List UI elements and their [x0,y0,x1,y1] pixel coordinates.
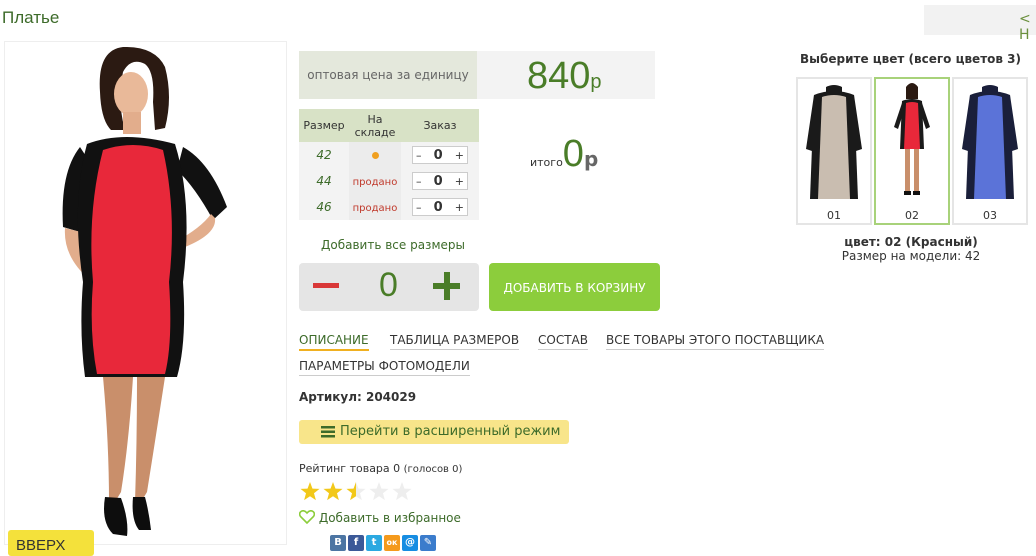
header-order: Заказ [401,109,479,142]
size-value: 46 [299,194,349,220]
minus-button[interactable]: – [416,175,422,188]
price-value: 840р [527,55,602,97]
plus-button[interactable]: + [455,201,464,214]
price-label: оптовая цена за единицу [299,51,477,99]
livejournal-icon[interactable]: ✎ [420,535,436,551]
stock-status [349,142,401,168]
in-stock-icon [371,151,379,159]
color-thumb[interactable]: 01 [796,77,872,225]
size-value: 42 [299,142,349,168]
tab-description[interactable]: ОПИСАНИЕ [299,333,369,351]
quantity-stepper: 0 [299,263,479,311]
stock-row: 46 продано –0 + [299,194,479,220]
size-qty-stepper: –0 + [412,146,468,164]
quantity-value: 0 [379,266,398,304]
selected-color: цвет: 02 (Красный) [844,235,978,249]
page-title: Платье [2,8,60,27]
dress-model-image [62,46,227,536]
selected-color-info: цвет: 02 (Красный) Размер на модели: 42 [796,235,1026,263]
stock-status: продано [349,168,401,194]
add-all-sizes-link[interactable]: Добавить все размеры [321,238,465,252]
total: итого0р [530,133,599,175]
list-icon [321,426,335,438]
star-icon[interactable] [300,482,320,501]
size-qty-stepper: –0 + [412,172,468,190]
plus-button[interactable]: + [455,175,464,188]
size-value: 44 [299,168,349,194]
twitter-icon[interactable]: t [366,535,382,551]
facebook-icon[interactable]: f [348,535,364,551]
color-number: 02 [905,209,919,222]
color-number: 03 [983,209,997,222]
product-rating: Рейтинг товара 0 (голосов 0) [299,462,463,475]
tab-supplier-items[interactable]: ВСЕ ТОВАРЫ ЭТОГО ПОСТАВЩИКА [606,333,825,350]
size-qty-stepper: –0 + [412,198,468,216]
qty-value[interactable]: 0 [434,174,443,189]
plus-button[interactable]: + [455,149,464,162]
add-to-favorites-link[interactable]: Добавить в избранное [298,509,461,525]
star-icon[interactable] [369,482,389,501]
star-icon[interactable] [346,482,366,501]
minus-icon[interactable] [313,283,339,288]
tab-model-params[interactable]: ПАРАМЕТРЫ ФОТОМОДЕЛИ [299,359,470,376]
order-cell: –0 + [401,194,479,220]
order-cell: –0 + [401,168,479,194]
back-to-top-button[interactable]: ВВЕРХ [8,530,94,556]
product-main-image[interactable] [4,41,287,545]
tab-size-chart[interactable]: ТАБЛИЦА РАЗМЕРОВ [390,333,520,350]
star-icon[interactable] [392,482,412,501]
dress-thumb-image [806,85,862,199]
extended-mode-button[interactable]: Перейти в расширенный режим [299,420,569,444]
minus-button[interactable]: – [416,201,422,214]
color-picker-title: Выберите цвет (всего цветов 3) [800,52,1021,66]
top-nav-link[interactable]: < Н [924,5,1036,43]
odnoklassniki-icon[interactable]: ок [384,535,400,551]
stock-status: продано [349,194,401,220]
stock-row: 42 –0 + [299,142,479,168]
header-stock: На складе [349,109,401,142]
add-to-cart-button[interactable]: ДОБАВИТЬ В КОРЗИНУ [489,263,660,311]
heart-icon [298,509,316,525]
qty-value[interactable]: 0 [434,200,443,215]
social-share: В f t ок @ ✎ [330,535,436,551]
tab-composition[interactable]: СОСТАВ [538,333,588,350]
model-size: Размер на модели: 42 [841,249,981,263]
minus-button[interactable]: – [416,149,422,162]
order-cell: –0 + [401,142,479,168]
color-number: 01 [827,209,841,222]
dress-thumb-image [962,85,1018,199]
star-icon[interactable] [323,482,343,501]
dress-thumb-image [894,83,930,195]
rating-stars[interactable] [299,481,413,503]
mailru-icon[interactable]: @ [402,535,418,551]
header-size: Размер [299,109,349,142]
color-thumb[interactable]: 03 [952,77,1028,225]
size-stock-table: Размер На складе Заказ 42–0 +44 продано –0 +4… [299,109,479,220]
qty-value[interactable]: 0 [434,148,443,163]
stock-row: 44 продано –0 + [299,168,479,194]
vk-icon[interactable]: В [330,535,346,551]
article-number: Артикул: 204029 [299,390,417,404]
color-thumb[interactable]: 02 [874,77,950,225]
price-box: оптовая цена за единицу 840р [299,51,655,99]
